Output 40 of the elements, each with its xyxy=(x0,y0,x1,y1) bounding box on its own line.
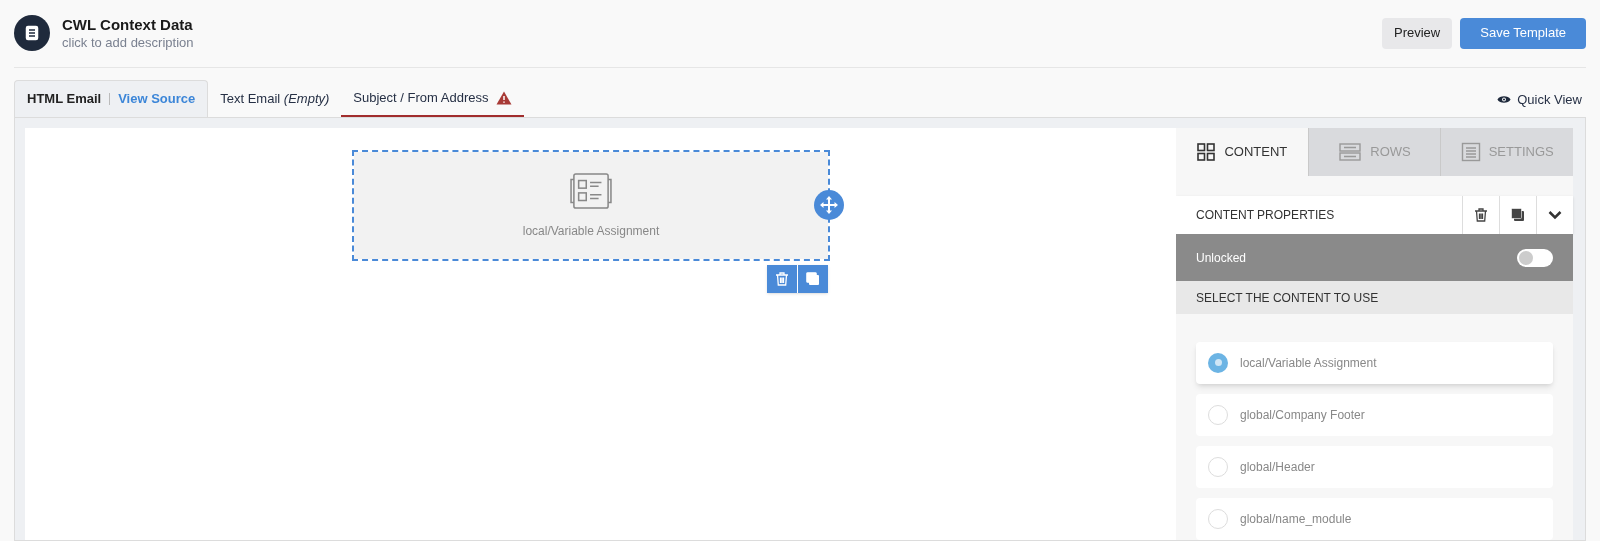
rows-icon xyxy=(1338,142,1363,162)
trash-icon xyxy=(774,271,790,287)
tab[interactable]: Text Email (Empty) xyxy=(208,80,342,117)
duplicate-icon xyxy=(805,271,821,287)
warning-icon xyxy=(496,90,513,105)
content-option[interactable]: global/name_module xyxy=(1196,498,1553,540)
eye-icon xyxy=(1497,94,1512,104)
trash-icon xyxy=(1473,206,1489,223)
chevron-down-icon xyxy=(1548,209,1562,220)
panel-tab[interactable]: SETTINGS xyxy=(1440,128,1573,176)
grid-icon xyxy=(1196,142,1217,162)
tab[interactable]: HTML Email View Source xyxy=(14,80,209,117)
content-option[interactable]: global/Company Footer xyxy=(1196,394,1553,436)
document-icon xyxy=(1460,142,1481,162)
view-source-link[interactable]: View Source xyxy=(118,89,196,109)
delete-button[interactable] xyxy=(767,265,797,293)
radio-button[interactable] xyxy=(1208,353,1228,373)
duplicate-icon xyxy=(1510,206,1526,223)
move-handle[interactable] xyxy=(814,190,844,220)
option-label: local/Variable Assignment xyxy=(1240,355,1377,372)
option-label: global/name_module xyxy=(1240,511,1352,528)
properties-title: CONTENT PROPERTIES xyxy=(1195,206,1336,224)
lock-label: Unlocked xyxy=(1196,249,1247,267)
block-label: local/Variable Assignment xyxy=(522,222,660,240)
lock-toggle[interactable] xyxy=(1517,248,1553,267)
content-option[interactable]: local/Variable Assignment xyxy=(1196,342,1553,384)
description-link[interactable]: click to add description xyxy=(62,35,194,51)
template-title: CWL Context Data xyxy=(62,15,194,35)
template-icon xyxy=(14,15,50,51)
save-button[interactable]: Save Template xyxy=(1460,17,1586,49)
content-option[interactable]: global/Header xyxy=(1196,446,1553,488)
move-icon xyxy=(819,195,839,215)
module-icon xyxy=(568,171,614,210)
section-title: SELECT THE CONTENT TO USE xyxy=(1196,289,1379,307)
panel-tab[interactable]: ROWS xyxy=(1307,128,1441,176)
content-block[interactable]: local/Variable Assignment xyxy=(354,152,828,259)
preview-button[interactable]: Preview xyxy=(1382,17,1453,49)
quick-view-link[interactable]: Quick View xyxy=(1497,89,1582,109)
option-label: global/Header xyxy=(1240,459,1315,476)
option-label: global/Company Footer xyxy=(1240,407,1365,424)
